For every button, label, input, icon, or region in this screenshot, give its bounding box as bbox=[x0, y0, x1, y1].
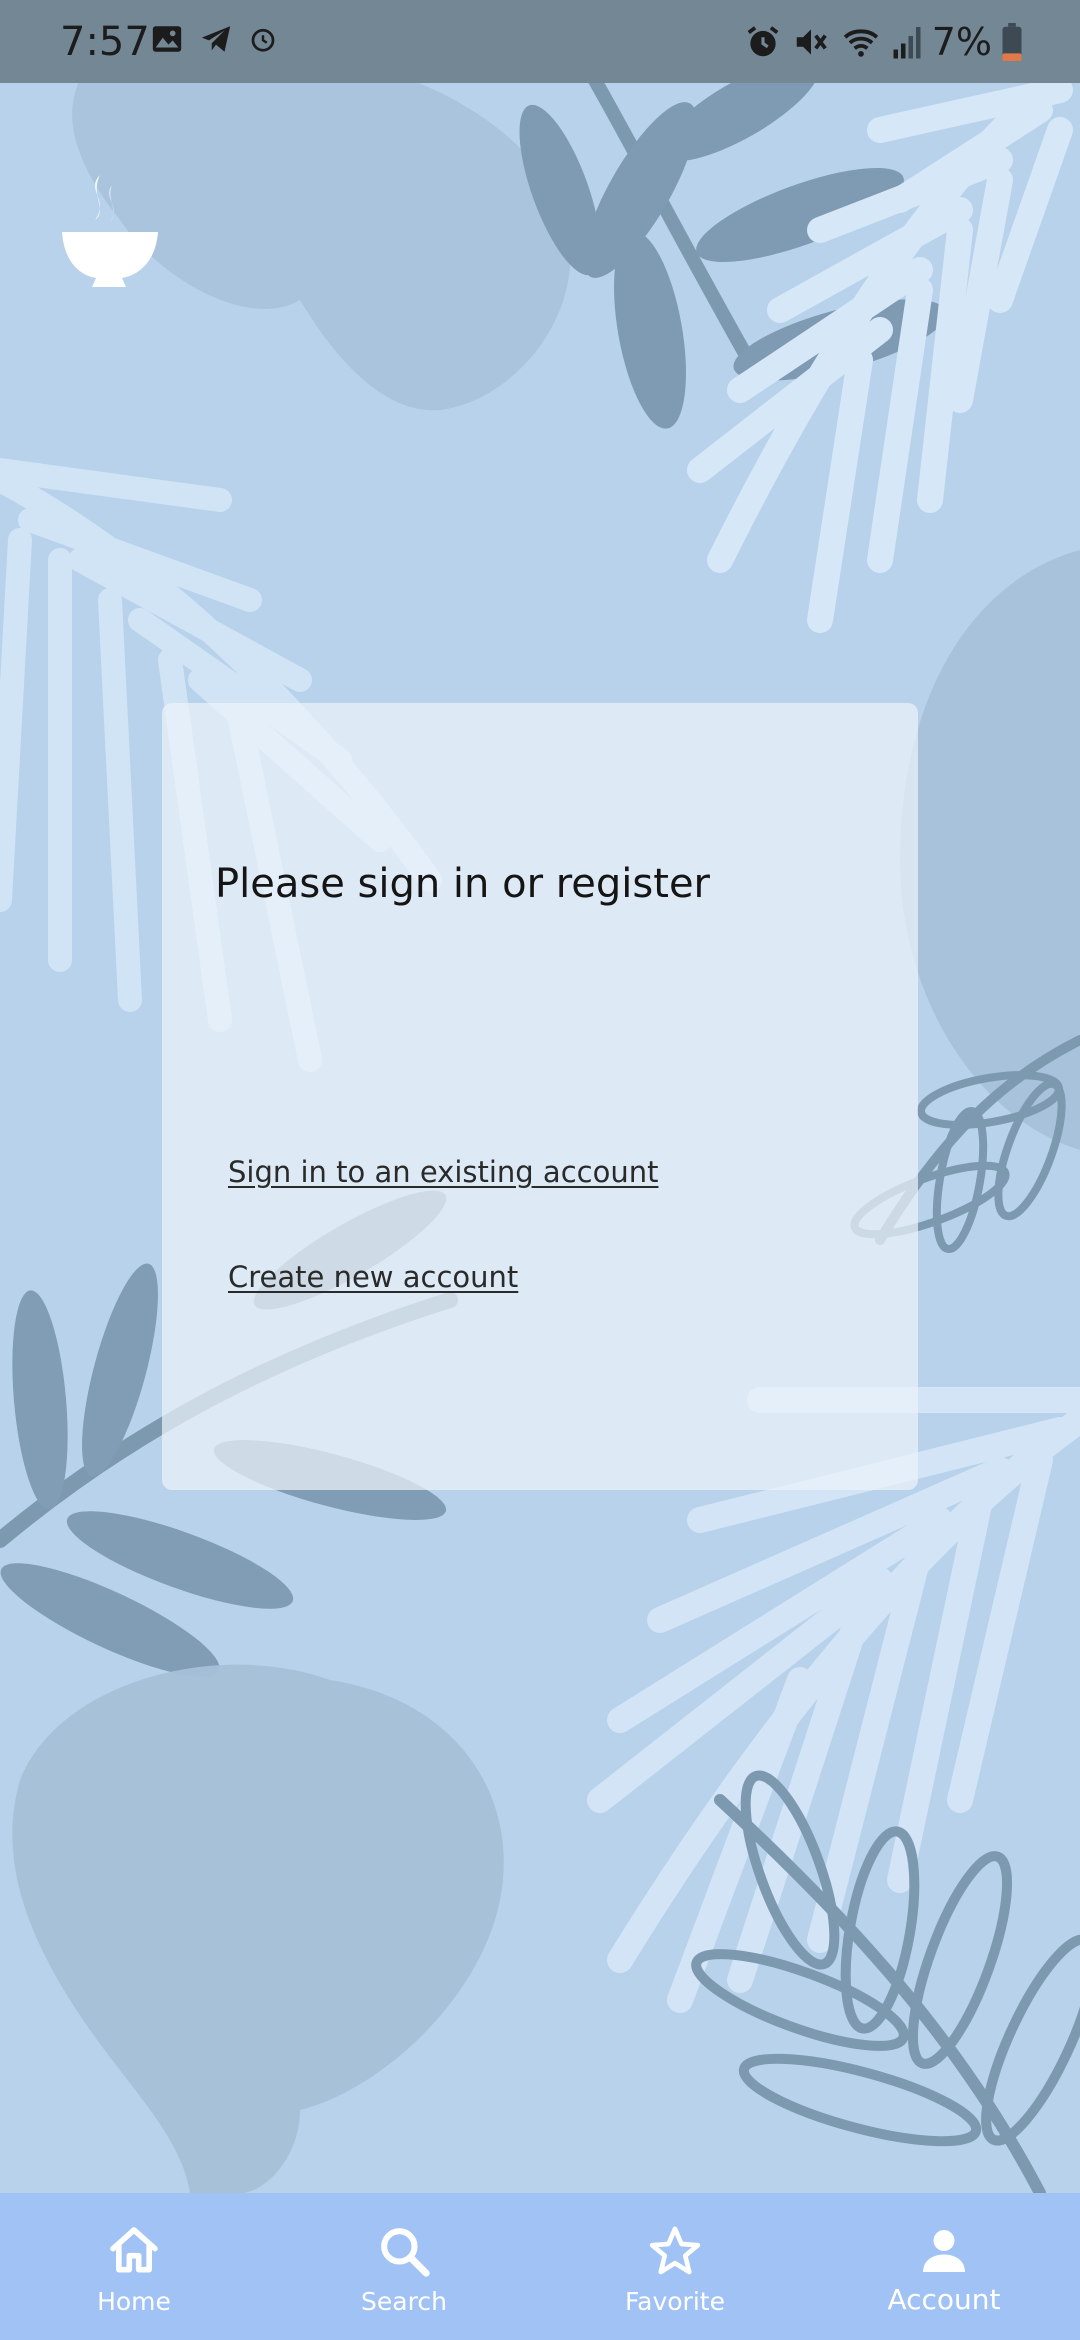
create-account-link[interactable]: Create new account bbox=[228, 1260, 518, 1294]
nav-item-search[interactable]: Search bbox=[304, 2193, 504, 2340]
sign-in-link[interactable]: Sign in to an existing account bbox=[228, 1155, 658, 1189]
star-icon bbox=[649, 2226, 701, 2275]
battery-icon bbox=[1002, 23, 1022, 61]
alarm-icon bbox=[251, 28, 275, 52]
wifi-icon bbox=[843, 29, 878, 57]
telegram-icon bbox=[201, 26, 231, 52]
mute-icon bbox=[796, 29, 827, 55]
nav-label-search: Search bbox=[361, 2287, 447, 2316]
image-icon bbox=[152, 26, 182, 52]
nav-label-account: Account bbox=[887, 2283, 1001, 2316]
nav-label-home: Home bbox=[97, 2287, 171, 2316]
nav-item-home[interactable]: Home bbox=[34, 2193, 234, 2340]
status-time: 7:57 bbox=[60, 19, 150, 65]
nav-item-account[interactable]: Account bbox=[844, 2193, 1044, 2340]
coffee-cup-icon bbox=[62, 175, 158, 287]
card-title: Please sign in or register bbox=[215, 861, 710, 907]
status-bar: 7:57 7% bbox=[0, 0, 1080, 83]
status-left-icons bbox=[150, 22, 278, 56]
status-right-icons: 7% bbox=[744, 18, 1022, 66]
battery-percent: 7% bbox=[931, 20, 992, 64]
nav-label-favorite: Favorite bbox=[625, 2287, 725, 2316]
home-icon bbox=[110, 2227, 158, 2273]
signal-icon bbox=[893, 27, 921, 59]
nav-item-favorite[interactable]: Favorite bbox=[575, 2193, 775, 2340]
bottom-navigation: Home Search Favorite Account bbox=[0, 2193, 1080, 2340]
person-icon bbox=[923, 2230, 965, 2272]
auth-card: Please sign in or register Sign in to an… bbox=[162, 703, 918, 1490]
search-icon bbox=[381, 2228, 430, 2277]
alarm-icon bbox=[747, 26, 779, 57]
